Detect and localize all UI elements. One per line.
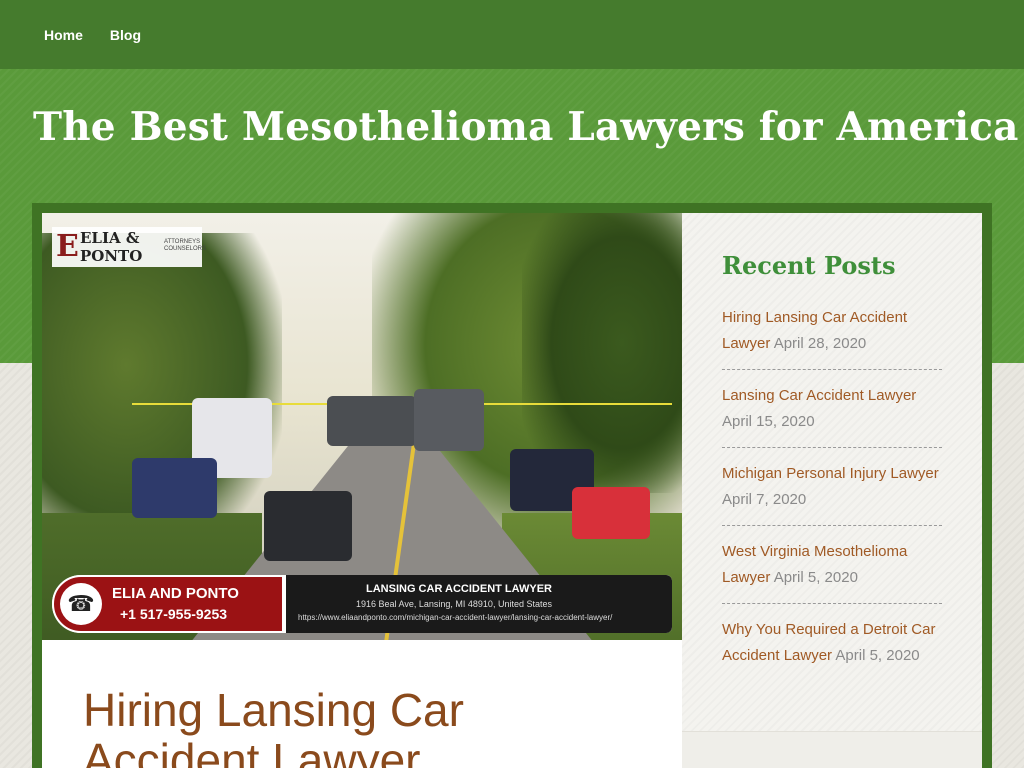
nav-blog-link[interactable]: Blog (110, 27, 141, 43)
image-suv (264, 491, 352, 561)
featured-image[interactable]: E ELIA & PONTO ATTORNEYS COUNSELORS ☎ EL… (42, 213, 682, 640)
post-date: April 15, 2020 (722, 413, 815, 430)
recent-posts-list: Hiring Lansing Car Accident Lawyer April… (722, 305, 942, 694)
recent-posts-title: Recent Posts (722, 251, 896, 280)
post-date: April 5, 2020 (773, 569, 858, 586)
sidebar-next-widget (682, 731, 982, 768)
site-title[interactable]: The Best Mesothelioma Lawyers for Americ… (33, 104, 1019, 150)
banner-heading: LANSING CAR ACCIDENT LAWYER (366, 583, 552, 595)
banner-url: https://www.eliaandponto.com/michigan-ca… (298, 613, 613, 622)
banner-firm-name: ELIA AND PONTO (112, 585, 239, 602)
list-item: Hiring Lansing Car Accident Lawyer April… (722, 305, 942, 370)
image-car-red (572, 487, 650, 539)
post-date: April 5, 2020 (835, 647, 920, 664)
image-contact-banner: ☎ ELIA AND PONTO +1 517-955-9253 LANSING… (52, 575, 672, 633)
post-date: April 28, 2020 (773, 335, 867, 352)
post-date: April 7, 2020 (722, 491, 807, 508)
logo-line2: PONTO (80, 247, 143, 265)
recent-post-link[interactable]: Michigan Personal Injury Lawyer (722, 465, 939, 482)
post-title[interactable]: Hiring Lansing Car Accident Lawyer (83, 685, 643, 768)
banner-address: 1916 Beal Ave, Lansing, MI 48910, United… (356, 599, 552, 609)
logo-initial: E (56, 229, 79, 264)
list-item: West Virginia Mesothelioma Lawyer April … (722, 539, 942, 604)
list-item: Why You Required a Detroit Car Accident … (722, 617, 942, 681)
recent-post-link[interactable]: Lansing Car Accident Lawyer (722, 387, 916, 404)
top-navigation: Home Blog (0, 0, 1024, 69)
image-car-distant (327, 396, 417, 446)
phone-icon: ☎ (60, 583, 102, 625)
logo-subtitle: ATTORNEYS COUNSELORS (164, 239, 207, 252)
image-car-grey (414, 389, 484, 451)
banner-left: ☎ ELIA AND PONTO +1 517-955-9253 (52, 575, 284, 633)
sidebar: Recent Posts Hiring Lansing Car Accident… (682, 213, 982, 768)
law-firm-logo: E ELIA & PONTO ATTORNEYS COUNSELORS (52, 227, 206, 267)
main-content: E ELIA & PONTO ATTORNEYS COUNSELORS ☎ EL… (42, 213, 682, 768)
logo-line1: ELIA & (80, 229, 140, 247)
list-item: Michigan Personal Injury Lawyer April 7,… (722, 461, 942, 526)
banner-phone: +1 517-955-9253 (120, 606, 228, 622)
banner-right: LANSING CAR ACCIDENT LAWYER 1916 Beal Av… (286, 575, 672, 633)
nav-home-link[interactable]: Home (44, 27, 83, 43)
list-item: Lansing Car Accident Lawyer April 15, 20… (722, 383, 942, 448)
image-police-car (132, 458, 217, 518)
